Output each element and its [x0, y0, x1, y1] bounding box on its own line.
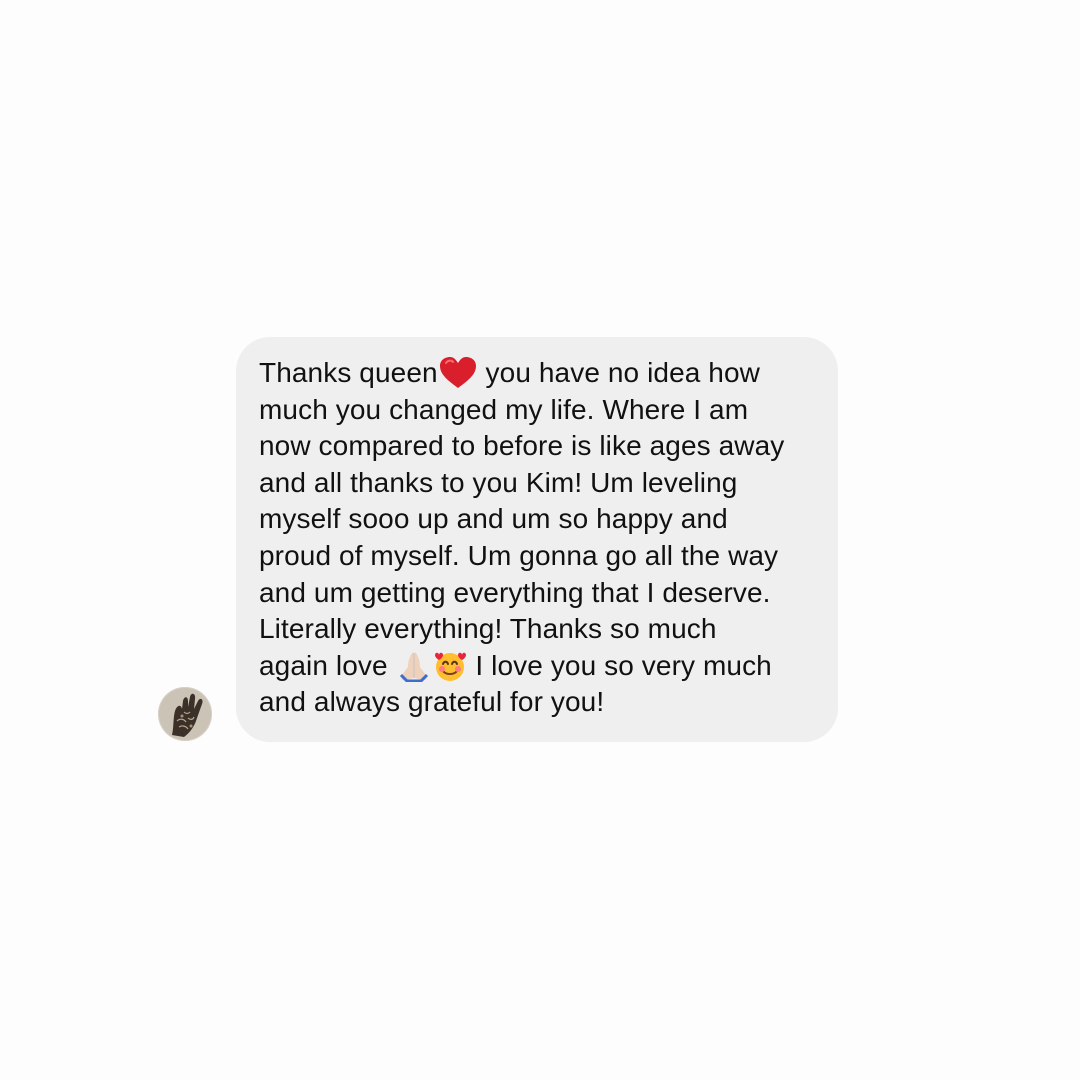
folded-hands-emoji-icon — [396, 650, 432, 682]
message-line: much you changed my life. Where I am — [259, 393, 749, 425]
message-line: Literally everything! Thanks so much — [259, 613, 717, 645]
sender-avatar[interactable] — [158, 687, 212, 741]
smiling-face-with-hearts-emoji-icon — [432, 650, 468, 681]
message-line: now compared to before is like ages away — [259, 430, 785, 462]
message-bubble[interactable]: Thanks queen you have no idea how much y… — [236, 337, 838, 742]
message-line: again love I love you so very much — [259, 649, 772, 682]
message-line: proud of myself. Um gonna go all the way — [259, 539, 779, 571]
message-text: Thanks queen you have no idea how much y… — [259, 355, 818, 721]
message-row: Thanks queen you have no idea how much y… — [158, 337, 848, 742]
message-line: and always grateful for you! — [259, 686, 605, 718]
red-heart-emoji-icon — [438, 357, 478, 388]
henna-hand-avatar-icon — [158, 687, 212, 741]
message-line: myself sooo up and um so happy and — [259, 503, 728, 535]
message-line: and um getting everything that I deserve… — [259, 576, 771, 608]
message-line: and all thanks to you Kim! Um leveling — [259, 466, 738, 498]
message-line: Thanks queen you have no idea how — [259, 357, 760, 388]
